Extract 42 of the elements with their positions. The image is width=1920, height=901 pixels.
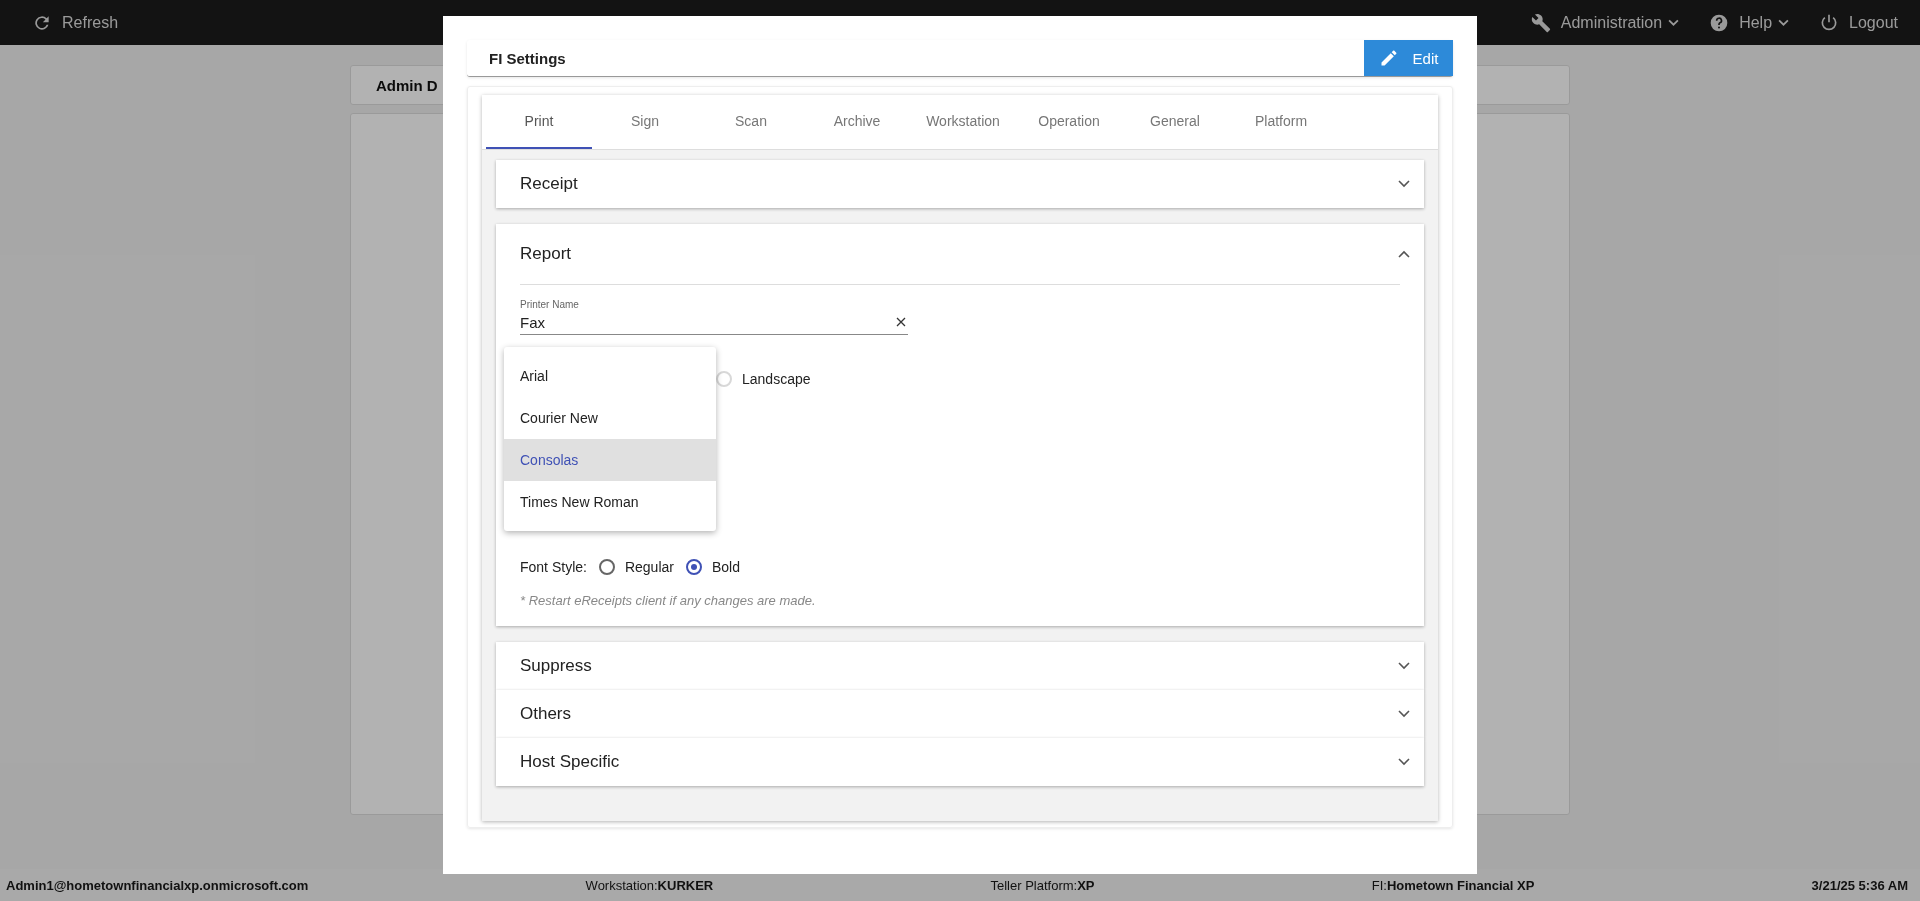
close-icon[interactable] [896, 316, 908, 329]
section-header[interactable]: Report [496, 224, 1424, 284]
font-option[interactable]: Courier New [504, 397, 716, 439]
chevron-icon [1398, 758, 1410, 766]
settings-tab[interactable]: Archive [804, 95, 910, 149]
administration-menu[interactable]: Administration [1530, 12, 1680, 33]
font-option[interactable]: Consolas [504, 439, 716, 481]
settings-tab[interactable]: Scan [698, 95, 804, 149]
status-text: Workstation:KURKER [585, 877, 714, 893]
settings-tab[interactable]: Print [486, 95, 592, 149]
restart-note: * Restart eReceipts client if any changes are made. [520, 593, 817, 608]
logout-button[interactable]: Logout [1819, 12, 1898, 33]
status-text: 3/21/25 5:36 AM [1811, 877, 1908, 893]
wrench-icon [1530, 12, 1551, 33]
settings-tab[interactable]: Operation [1016, 95, 1122, 149]
section-header[interactable]: Receipt [496, 160, 1424, 208]
settings-tab[interactable]: General [1122, 95, 1228, 149]
font-style-label: Font Style: [520, 559, 587, 575]
dialog-title: FI Settings [489, 49, 566, 67]
admin-card-title: Admin D [376, 76, 438, 94]
chevron-icon [1398, 662, 1410, 670]
radio-option[interactable]: Regular [598, 559, 674, 575]
status-text: FI:Hometown Financial XP [1371, 877, 1535, 893]
settings-tab[interactable]: Workstation [910, 95, 1016, 149]
chevron-icon [1398, 180, 1410, 188]
status-text: Admin1@hometownfinancialxp.onmicrosoft.com [6, 877, 309, 893]
section-header[interactable]: Suppress [496, 642, 1424, 690]
radio-option[interactable]: Bold [685, 559, 740, 575]
settings-tab[interactable]: Sign [592, 95, 698, 149]
font-option[interactable]: Times New Roman [504, 481, 716, 523]
edit-button[interactable]: Edit [1364, 40, 1453, 76]
help-menu[interactable]: Help [1709, 12, 1790, 33]
printer-name-field[interactable]: Printer Name Fax [520, 299, 908, 335]
status-text: Teller Platform:XP [990, 877, 1095, 893]
font-option[interactable]: Arial [504, 355, 716, 397]
refresh-button[interactable]: Refresh [32, 12, 119, 33]
section-header[interactable]: Host Specific [496, 738, 1424, 786]
chevron-icon [1398, 250, 1410, 258]
chevron-icon [1398, 710, 1410, 718]
section-header[interactable]: Others [496, 690, 1424, 738]
settings-tab[interactable]: Platform [1228, 95, 1334, 149]
help-icon [1709, 12, 1730, 33]
